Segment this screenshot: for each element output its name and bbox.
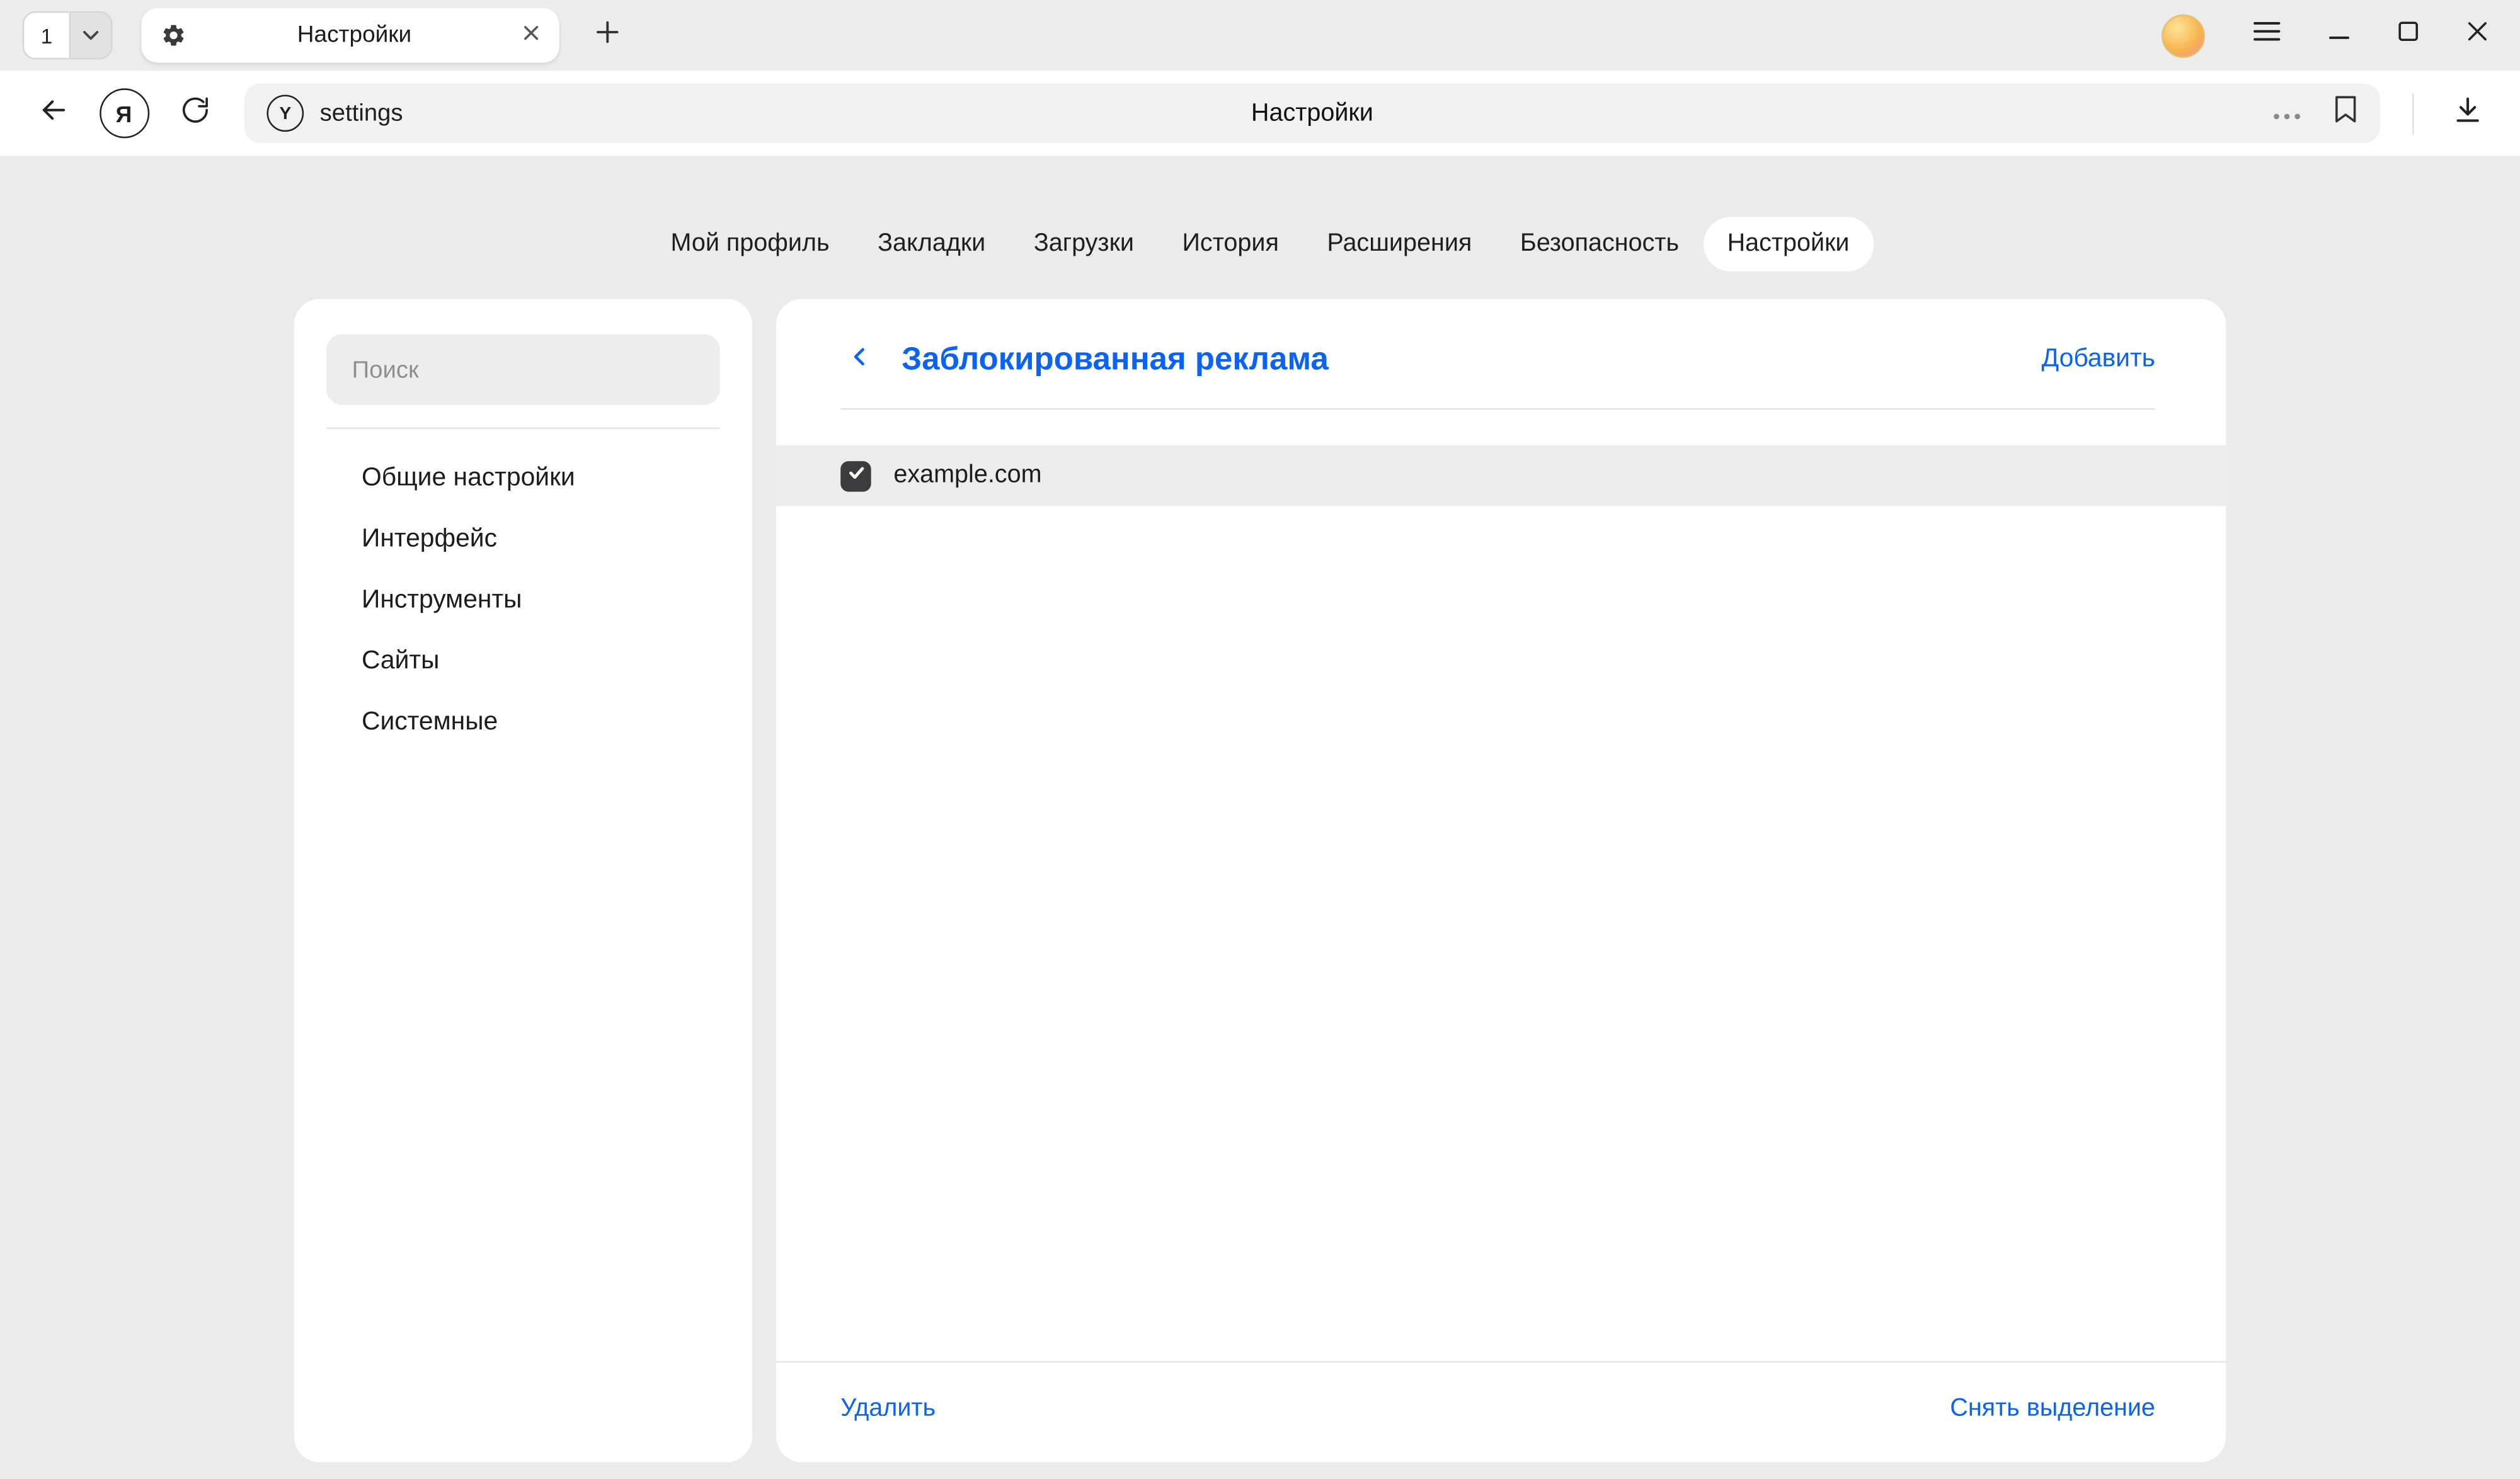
reload-icon [179, 94, 209, 132]
tab-group: 1 [23, 11, 113, 60]
nav-tab-bookmarks[interactable]: Закладки [854, 217, 1010, 271]
sidebar-divider [326, 428, 720, 430]
back-button[interactable] [23, 83, 84, 144]
tab-group-chevron-button[interactable] [71, 11, 112, 60]
sidebar-item-sites[interactable]: Сайты [326, 632, 720, 693]
plus-icon [596, 20, 619, 50]
panel-spacer [776, 506, 2226, 1361]
bookmark-button[interactable] [2334, 95, 2357, 132]
header-divider [840, 408, 2155, 410]
tab-title: Настройки [186, 23, 522, 49]
delete-link[interactable]: Удалить [840, 1395, 936, 1424]
settings-sidebar: Общие настройки Интерфейс Инструменты Са… [294, 299, 752, 1462]
search-input[interactable] [326, 334, 720, 405]
address-bar[interactable]: Y settings Настройки [244, 84, 2380, 143]
url-text: settings [320, 100, 403, 127]
blocked-sites-list: example.com [776, 445, 2226, 506]
gear-icon [161, 23, 186, 49]
maximize-button[interactable] [2398, 21, 2419, 50]
minimize-button[interactable] [2328, 21, 2349, 50]
minimize-icon [2328, 21, 2349, 50]
nav-tab-extensions[interactable]: Расширения [1303, 217, 1496, 271]
browser-toolbar: Я Y settings Настройки [0, 71, 2520, 156]
blocked-site-row[interactable]: example.com [776, 445, 2226, 506]
browser-window: 1 Настройки [0, 0, 2520, 1478]
settings-page: Мой профиль Закладки Загрузки История Ра… [0, 156, 2520, 1478]
nav-tab-security[interactable]: Безопасность [1496, 217, 1704, 271]
nav-tab-my-profile[interactable]: Мой профиль [646, 217, 854, 271]
check-icon [846, 461, 866, 490]
nav-tab-downloads[interactable]: Загрузки [1010, 217, 1159, 271]
window-controls [2162, 14, 2497, 57]
content-area: Общие настройки Интерфейс Инструменты Са… [0, 271, 2520, 1478]
blocked-ads-panel: Заблокированная реклама Добавить example… [776, 299, 2226, 1462]
panel-header: Заблокированная реклама Добавить [776, 299, 2226, 408]
close-icon [522, 21, 540, 50]
download-icon [2450, 93, 2484, 134]
back-arrow-icon [36, 93, 70, 134]
add-link[interactable]: Добавить [2042, 345, 2155, 374]
nav-tab-settings[interactable]: Настройки [1703, 217, 1873, 271]
yandex-home-button[interactable]: Я [93, 83, 154, 144]
deselect-link[interactable]: Снять выделение [1950, 1395, 2155, 1424]
sidebar-item-interface[interactable]: Интерфейс [326, 510, 720, 571]
nav-tab-history[interactable]: История [1158, 217, 1303, 271]
browser-tab-settings[interactable]: Настройки [141, 8, 559, 63]
settings-nav-tabs: Мой профиль Закладки Загрузки История Ра… [0, 217, 2520, 271]
toolbar-divider [2412, 93, 2414, 134]
ellipsis-icon [2272, 99, 2301, 128]
hamburger-icon [2254, 21, 2281, 50]
tab-group-button[interactable]: 1 [23, 11, 71, 60]
menu-button[interactable] [2254, 21, 2281, 50]
back-chevron-button[interactable] [840, 341, 879, 379]
chevron-left-icon [845, 341, 874, 379]
page-section-title: Заблокированная реклама [902, 341, 1329, 379]
sidebar-item-tools[interactable]: Инструменты [326, 571, 720, 632]
sidebar-item-general[interactable]: Общие настройки [326, 448, 720, 510]
close-button[interactable] [2467, 21, 2488, 50]
close-icon [2467, 21, 2488, 50]
chevron-down-icon [82, 21, 100, 50]
maximize-icon [2398, 21, 2419, 50]
avatar[interactable] [2162, 14, 2205, 57]
row-checkbox[interactable] [840, 460, 871, 491]
tab-close-button[interactable] [522, 21, 540, 50]
reload-button[interactable] [164, 83, 225, 144]
bookmark-icon [2334, 95, 2357, 132]
panel-footer: Удалить Снять выделение [776, 1362, 2226, 1462]
site-icon: Y [266, 95, 304, 132]
page-title: Настройки [244, 99, 2380, 128]
new-tab-button[interactable] [581, 9, 633, 61]
sidebar-item-system[interactable]: Системные [326, 692, 720, 753]
more-button[interactable] [2272, 99, 2301, 128]
tab-strip: 1 Настройки [0, 0, 2520, 71]
row-domain: example.com [893, 461, 1041, 490]
downloads-button[interactable] [2436, 83, 2497, 144]
yandex-icon: Я [99, 88, 149, 138]
